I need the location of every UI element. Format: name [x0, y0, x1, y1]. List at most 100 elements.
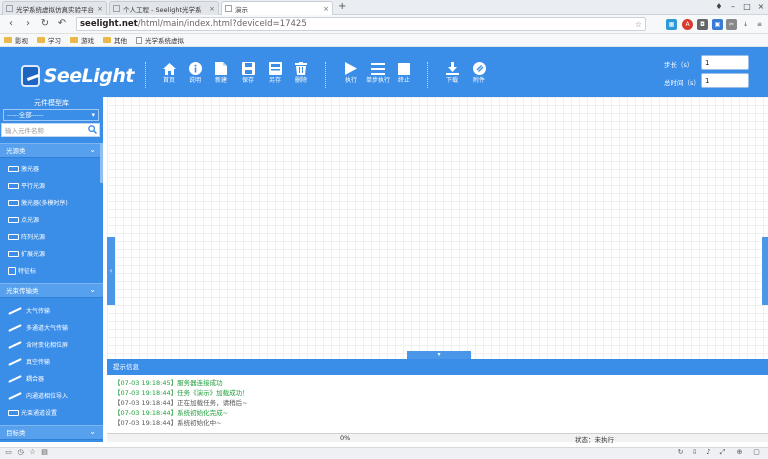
sidebar-item[interactable]: 大气传输: [0, 302, 103, 319]
sidebar-item[interactable]: 多通道大气传输: [0, 319, 103, 336]
close-tab-icon[interactable]: ×: [97, 5, 103, 13]
sidebar-item[interactable]: 激光器: [0, 160, 103, 177]
browser-tab-active[interactable]: 演示 ×: [221, 1, 333, 15]
sidebar-item[interactable]: 点光源: [0, 211, 103, 228]
browser-status-bar: [0, 447, 768, 459]
back-icon[interactable]: ‹: [5, 18, 17, 30]
sidebar-item[interactable]: 平行光源: [0, 177, 103, 194]
toolbar-divider: [325, 62, 327, 88]
log-panel: 【07-03 19:18:45】服务器连接成功 【07-03 19:18:44】…: [107, 375, 768, 433]
run-button[interactable]: 执行: [339, 60, 363, 90]
stop-button[interactable]: 终止: [392, 60, 416, 90]
save-icon: [236, 60, 260, 77]
sidebar-toggle-icon[interactable]: ▭: [4, 448, 13, 457]
beam-icon: [8, 374, 22, 383]
history-icon[interactable]: ◷: [16, 448, 25, 457]
collapse-log-handle[interactable]: ▾: [407, 351, 471, 359]
url-input[interactable]: seelight.net/html/main/index.html?device…: [76, 17, 646, 31]
chevron-down-icon: ⌄: [89, 285, 96, 294]
attachment-button[interactable]: 附件: [467, 60, 491, 90]
sidebar-section-target[interactable]: 目标类 ⌄: [0, 425, 103, 440]
sidebar-scrollbar[interactable]: [100, 143, 103, 183]
delete-button[interactable]: 删除: [289, 60, 313, 90]
total-time-input[interactable]: 1: [701, 73, 749, 88]
close-tab-icon[interactable]: ×: [323, 5, 329, 13]
folder-icon: [37, 37, 45, 43]
sidebar-item[interactable]: 真空传输: [0, 353, 103, 370]
expand-icon[interactable]: ▢: [752, 448, 761, 457]
chevron-left-icon: ‹: [109, 267, 113, 275]
app-logo[interactable]: SeeLight: [21, 61, 135, 91]
sidebar-item[interactable]: 激光器(多模时序): [0, 194, 103, 211]
new-button[interactable]: 新建: [209, 60, 233, 90]
bookmark-star-icon[interactable]: ☆: [635, 20, 642, 29]
chevron-down-icon: ▾: [437, 351, 441, 358]
bookmark-folder[interactable]: 影视: [4, 35, 28, 45]
sidebar-item[interactable]: 含时变化相位屏: [0, 336, 103, 353]
design-canvas[interactable]: [107, 97, 768, 359]
beam-icon: [8, 391, 22, 400]
attachment-icon: [467, 60, 491, 77]
maximize-icon[interactable]: □: [740, 1, 754, 13]
apps-grid-icon[interactable]: ▦: [666, 19, 677, 30]
feed-icon[interactable]: ▤: [40, 448, 49, 457]
sidebar-item[interactable]: 内通道相位导入: [0, 387, 103, 404]
page-icon: [136, 36, 142, 44]
save-button[interactable]: 保存: [236, 60, 260, 90]
browser-tab[interactable]: 光学系统虚拟仿真实验平台 ×: [2, 1, 107, 15]
bookmark-link[interactable]: 光学系统虚拟: [136, 35, 184, 45]
collapse-right-panel-handle[interactable]: [762, 237, 768, 305]
collapse-sidebar-handle[interactable]: ‹: [107, 237, 115, 305]
menu-icon[interactable]: ≡: [754, 19, 765, 30]
refresh-icon[interactable]: ↻: [676, 448, 685, 457]
sidebar-item[interactable]: 耦合器: [0, 370, 103, 387]
info-button[interactable]: 说明: [183, 60, 207, 90]
sidebar-item[interactable]: 扩展光源: [0, 245, 103, 262]
fullscreen-icon[interactable]: ⤢: [718, 448, 727, 457]
bookmark-folder[interactable]: 游戏: [70, 35, 94, 45]
beam-icon: [8, 340, 22, 349]
array-light-icon: [8, 233, 19, 240]
bookmark-folder[interactable]: 学习: [37, 35, 61, 45]
close-window-icon[interactable]: ×: [754, 1, 768, 13]
extension-icon[interactable]: ◘: [697, 19, 708, 30]
save-as-button[interactable]: 另存: [263, 60, 287, 90]
toolbar-divider: [145, 62, 147, 88]
reload-icon[interactable]: ↻: [39, 18, 51, 30]
new-file-icon: [209, 60, 233, 77]
sidebar-title: 元件模型库: [34, 99, 69, 107]
bookmark-folder[interactable]: 其他: [103, 35, 127, 45]
bookmark-panel-icon[interactable]: ☆: [28, 448, 37, 457]
sidebar-item[interactable]: 特征标: [0, 262, 103, 279]
download-arrow-icon[interactable]: ↓: [740, 19, 751, 30]
sidebar-section-light-source[interactable]: 光源类 ⌄: [0, 143, 103, 158]
screenshot-icon[interactable]: ▣: [712, 19, 723, 30]
page-favicon-icon: [6, 5, 13, 12]
adblock-icon[interactable]: A: [682, 19, 693, 30]
browser-tab-title: 光学系统虚拟仿真实验平台: [16, 5, 94, 14]
sidebar-item[interactable]: 光束通道设置: [0, 404, 103, 421]
browser-address-bar: ‹ › ↻ ↶ seelight.net/html/main/index.htm…: [0, 15, 768, 34]
undo-close-icon[interactable]: ↶: [56, 18, 68, 30]
download-button[interactable]: 下载: [440, 60, 464, 90]
forward-icon[interactable]: ›: [22, 18, 34, 30]
step-icon: [366, 60, 390, 77]
log-line: 【07-03 19:18:45】服务器连接成功: [114, 379, 223, 387]
minimize-icon[interactable]: –: [726, 1, 740, 13]
zoom-icon[interactable]: ⊕: [735, 448, 744, 457]
search-icon[interactable]: [88, 125, 98, 135]
sound-icon[interactable]: ♪: [704, 448, 713, 457]
step-input[interactable]: 1: [701, 55, 749, 70]
new-tab-button[interactable]: +: [338, 1, 346, 13]
browser-tab[interactable]: 个人工程 - Seelight光学系 ×: [109, 1, 219, 15]
home-button[interactable]: 首页: [157, 60, 181, 90]
step-run-button[interactable]: 单步执行: [366, 60, 390, 90]
close-tab-icon[interactable]: ×: [209, 5, 215, 13]
component-search-input[interactable]: 输入元件名称: [1, 123, 100, 137]
scissors-icon[interactable]: ✂: [726, 19, 737, 30]
download-tray-icon[interactable]: ⇩: [690, 448, 699, 457]
tshirt-icon[interactable]: ♦: [712, 1, 726, 13]
sidebar-section-beam-transmission[interactable]: 光束传输类 ⌄: [0, 283, 103, 298]
category-filter-select[interactable]: -----全部-----: [3, 109, 99, 121]
sidebar-item[interactable]: 阵列光源: [0, 228, 103, 245]
